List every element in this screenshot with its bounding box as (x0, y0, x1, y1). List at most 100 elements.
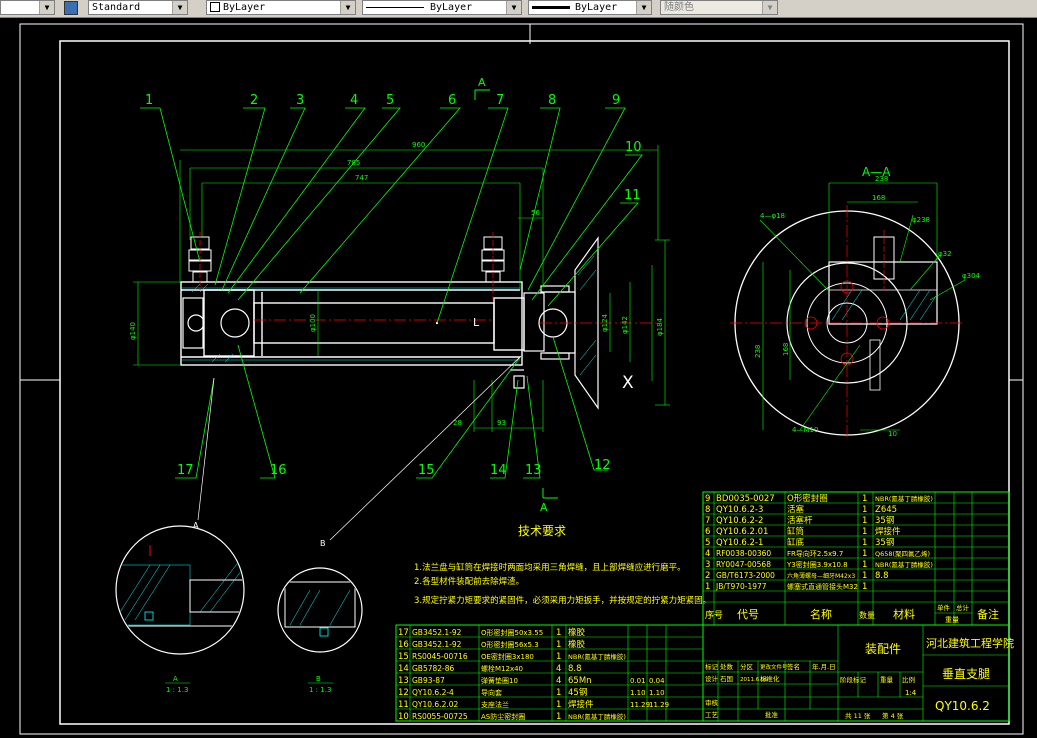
bom-header-unit: 单件 (937, 603, 951, 612)
aa-dim-phi238: φ238 (912, 216, 930, 224)
lineweight-sample-icon (532, 5, 570, 9)
bom-l-mat-11: 焊接件 (568, 699, 594, 710)
bom-l-qty-14: 4 (556, 664, 561, 674)
plotstyle-control-dropdown[interactable]: 随颜色 ▼ (660, 0, 778, 15)
bom-u-qty-1: 1 (862, 582, 867, 592)
bom-l-code-15: RS0045-00716 (412, 652, 468, 661)
balloon-10: 10 (625, 140, 642, 155)
balloon-7: 7 (496, 93, 504, 108)
detail-a-scale: 1 : 1.3 (166, 686, 188, 694)
bom-u-code-7: QY10.6.2-2 (716, 516, 763, 526)
bom-u-code-4: RF0038-00360 (716, 549, 771, 558)
title-weight-label: 重量 (880, 676, 894, 684)
bom-l-w1-11: 11.29 (630, 701, 650, 709)
linetype-value: ByLayer (430, 2, 473, 13)
dim-93: 93 (497, 419, 506, 427)
chevron-down-icon[interactable]: ▼ (39, 1, 54, 14)
color-control-dropdown[interactable]: ByLayer ▼ (206, 0, 356, 15)
balloon-8: 8 (548, 93, 556, 108)
bom-u-no-6: 6 (705, 527, 710, 537)
chevron-down-icon[interactable]: ▼ (172, 1, 187, 14)
title-changedoc-label: 更改文件号 (760, 663, 788, 671)
linetype-control-dropdown[interactable]: ByLayer ▼ (362, 0, 522, 15)
bom-l-no-16: 16 (398, 640, 409, 650)
bom-u-qty-8: 1 (862, 505, 867, 515)
balloon-2: 2 (250, 93, 258, 108)
bom-l-qty-17: 1 (556, 628, 561, 638)
bom-u-qty-3: 1 (862, 560, 867, 570)
bom-l-mat-17: 橡胶 (568, 627, 586, 638)
bom-u-name-2: 六角薄螺母—细牙M42x3 (787, 572, 855, 580)
layer-control-dropdown[interactable]: ▼ (0, 0, 55, 15)
dim-phi140: φ140 (129, 322, 137, 340)
drawing-canvas[interactable]: X L 960 785 747 56 28 93 φ140 φ100 φ124 … (0, 18, 1037, 738)
dim-phi100: φ100 (309, 314, 317, 332)
aa-dim-4m10: 4—M10 (792, 426, 818, 434)
bom-l-no-11: 11 (398, 700, 409, 710)
bom-l-w1-12: 1.10 (630, 689, 646, 697)
bom-l-qty-10: 1 (556, 712, 561, 722)
bom-header-name: 名称 (810, 607, 832, 621)
balloon-5: 5 (386, 93, 394, 108)
title-ymd-label: 年.月.日 (812, 662, 836, 671)
chevron-down-icon[interactable]: ▼ (762, 1, 777, 14)
section-label-bottom: A (540, 501, 548, 514)
bom-u-mat-2: 8.8 (875, 571, 889, 581)
aa-dim-4phi18: 4—φ18 (760, 212, 785, 220)
bom-l-qty-11: 1 (556, 700, 561, 710)
detail-b-scale: 1 : 1.3 (309, 686, 331, 694)
aa-dim-168: 168 (872, 194, 885, 202)
chevron-down-icon[interactable]: ▼ (506, 1, 521, 14)
bom-u-name-1: 螺塞式直通管接头M32 (787, 582, 858, 591)
balloon-3: 3 (296, 93, 304, 108)
bom-l-w2-13: 0.04 (649, 677, 665, 685)
aa-dim-v168: 168 (782, 343, 790, 356)
bom-u-no-8: 8 (705, 505, 710, 515)
bom-l-code-10: RS0055-00725 (412, 712, 468, 721)
bom-u-no-1: 1 (705, 582, 710, 592)
bom-u-name-8: 活塞 (787, 504, 805, 515)
balloon-16: 16 (270, 463, 287, 478)
bom-u-name-4: FR导向环2.5x9.7 (787, 549, 843, 558)
balloon-6: 6 (448, 93, 456, 108)
detail-b-label: B (320, 539, 326, 548)
bom-l-no-10: 10 (398, 712, 409, 722)
bom-u-no-3: 3 (705, 560, 710, 570)
lineweight-control-dropdown[interactable]: ByLayer ▼ (528, 0, 652, 15)
text-style-icon (64, 1, 78, 15)
lineweight-value: ByLayer (575, 2, 618, 13)
plotstyle-value: 随颜色 (664, 2, 694, 13)
bom-l-qty-16: 1 (556, 640, 561, 650)
bom-u-no-4: 4 (705, 549, 710, 559)
chevron-down-icon[interactable]: ▼ (340, 1, 355, 14)
balloon-13: 13 (525, 463, 542, 478)
bom-u-no-5: 5 (705, 538, 710, 548)
bom-u-no-7: 7 (705, 516, 710, 526)
bom-u-qty-6: 1 (862, 527, 867, 537)
bom-l-mat-13: 65Mn (568, 676, 592, 686)
title-marker-label: 标记 (705, 662, 719, 671)
dim-phi184: φ184 (656, 317, 664, 336)
bom-u-mat-8: Z645 (875, 505, 897, 515)
bom-u-name-7: 活塞杆 (787, 515, 813, 526)
bom-u-qty-7: 1 (862, 516, 867, 526)
bom-l-qty-12: 1 (556, 688, 561, 698)
text-style-dropdown[interactable]: Standard ▼ (88, 0, 188, 15)
bom-l-qty-15: 1 (556, 652, 561, 662)
tech-req-line-1: 1.法兰盘与缸筒在焊接时两面均采用三角焊缝，且上部焊缝应进行磨平。 (414, 562, 686, 573)
bom-l-mat-16: 橡胶 (568, 639, 586, 650)
bom-u-code-3: RY0047-00568 (716, 560, 771, 569)
bom-l-name-14: 螺栓M12x40 (481, 664, 523, 673)
properties-toolbar: ▼ Standard ▼ ByLayer ▼ ByLayer ▼ ByLayer… (0, 0, 1037, 18)
dim-747: 747 (355, 174, 368, 182)
bom-u-qty-9: 1 (862, 494, 867, 504)
bom-header-mat: 材料 (893, 607, 915, 621)
chevron-down-icon[interactable]: ▼ (636, 1, 651, 14)
title-zone-label: 分区 (740, 662, 754, 671)
title-review-label: 审核 (705, 698, 719, 707)
bom-l-name-11: 支座法兰 (481, 700, 509, 709)
bom-u-mat-4: Q658(聚四氟乙烯) (875, 549, 930, 558)
bom-u-no-2: 2 (705, 571, 710, 581)
bom-l-name-16: O形密封圈56x5.3 (481, 640, 539, 649)
bom-header-qty: 数量 (859, 610, 875, 620)
